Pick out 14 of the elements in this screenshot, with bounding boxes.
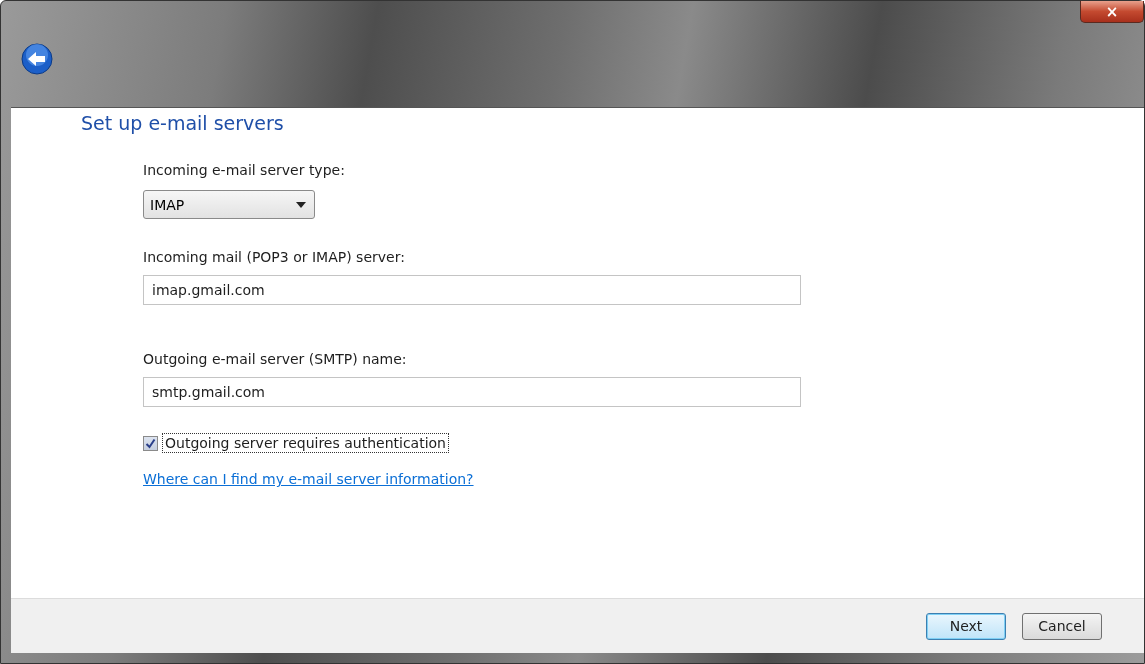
page-heading: Set up e-mail servers bbox=[81, 112, 285, 134]
help-link[interactable]: Where can I find my e-mail server information? bbox=[143, 471, 474, 487]
field-label: Incoming e-mail server type: bbox=[143, 162, 346, 178]
close-button[interactable]: × bbox=[1080, 1, 1144, 23]
checkbox[interactable] bbox=[143, 435, 158, 451]
cancel-button[interactable]: Cancel bbox=[1022, 612, 1102, 640]
input-field[interactable]: imap.gmail.com bbox=[143, 275, 801, 305]
checkbox-label[interactable]: Outgoing server requires authentication bbox=[162, 433, 449, 453]
input-field[interactable]: smtp.gmail.com bbox=[143, 377, 801, 407]
field-label: Outgoing e-mail server (SMTP) name: bbox=[143, 351, 408, 367]
field-label: Incoming mail (POP3 or IMAP) server: bbox=[143, 249, 406, 265]
caret-icon bbox=[296, 201, 306, 208]
next-button[interactable]: Next bbox=[926, 612, 1006, 640]
server-type-dropdown[interactable]: IMAP bbox=[143, 190, 315, 219]
